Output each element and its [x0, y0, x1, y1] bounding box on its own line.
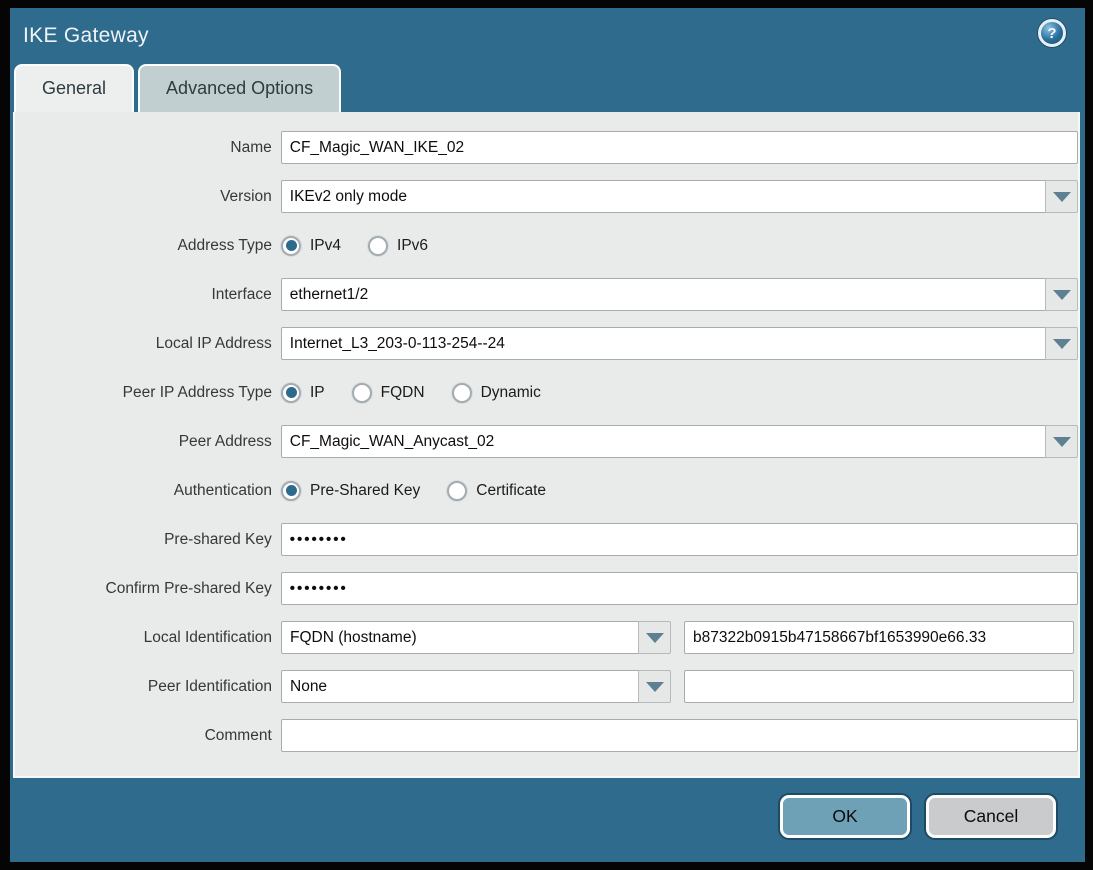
radio-unselected-icon: [447, 481, 467, 501]
peer-identification-row: Peer Identification None: [15, 670, 1078, 703]
peer-identification-value-input[interactable]: [684, 670, 1074, 703]
address-type-ipv6-option[interactable]: IPv6: [368, 236, 428, 256]
name-input[interactable]: [281, 131, 1078, 164]
peer-identification-label: Peer Identification: [27, 678, 272, 696]
chevron-down-icon: [1053, 192, 1071, 202]
radio-unselected-icon: [368, 236, 388, 256]
preshared-key-input[interactable]: [281, 523, 1078, 556]
local-identification-dropdown-button[interactable]: [638, 621, 671, 654]
peer-ip-address-type-label: Peer IP Address Type: [27, 384, 272, 402]
interface-row: Interface ethernet1/2: [15, 278, 1078, 311]
local-ip-address-dropdown[interactable]: Internet_L3_203-0-113-254--24: [281, 327, 1078, 360]
authentication-radio-group: Pre-Shared Key Certificate: [281, 481, 573, 501]
comment-row: Comment: [15, 719, 1078, 752]
confirm-preshared-key-row: Confirm Pre-shared Key: [15, 572, 1078, 605]
address-type-label: Address Type: [27, 237, 272, 255]
certificate-option-label: Certificate: [476, 482, 546, 500]
peer-address-label: Peer Address: [27, 433, 272, 451]
peer-address-selected-value: CF_Magic_WAN_Anycast_02: [281, 425, 1046, 458]
local-identification-label: Local Identification: [27, 629, 272, 647]
authentication-label: Authentication: [27, 482, 272, 500]
authentication-row: Authentication Pre-Shared Key Certificat…: [15, 474, 1078, 507]
tab-bar: General Advanced Options: [10, 64, 1085, 112]
confirm-preshared-key-label: Confirm Pre-shared Key: [27, 580, 272, 598]
help-button[interactable]: ?: [1038, 19, 1066, 47]
name-label: Name: [27, 139, 272, 157]
comment-input[interactable]: [281, 719, 1078, 752]
address-type-radio-group: IPv4 IPv6: [281, 236, 455, 256]
chevron-down-icon: [646, 633, 664, 643]
interface-dropdown[interactable]: ethernet1/2: [281, 278, 1078, 311]
preshared-key-option-label: Pre-Shared Key: [310, 482, 420, 500]
tab-advanced-options[interactable]: Advanced Options: [138, 64, 341, 112]
preshared-key-row: Pre-shared Key: [15, 523, 1078, 556]
fqdn-label: FQDN: [381, 384, 425, 402]
radio-selected-icon: [281, 236, 301, 256]
peer-identification-type-dropdown[interactable]: None: [281, 670, 671, 703]
auth-preshared-key-option[interactable]: Pre-Shared Key: [281, 481, 420, 501]
titlebar: IKE Gateway ?: [10, 8, 1085, 64]
dynamic-label: Dynamic: [481, 384, 541, 402]
tab-general[interactable]: General: [14, 64, 134, 112]
peer-type-ip-option[interactable]: IP: [281, 383, 325, 403]
peer-address-dropdown-button[interactable]: [1045, 425, 1078, 458]
interface-selected-value: ethernet1/2: [281, 278, 1046, 311]
dialog-footer: OK Cancel: [10, 778, 1085, 838]
version-label: Version: [27, 188, 272, 206]
chevron-down-icon: [1053, 339, 1071, 349]
local-ip-address-dropdown-button[interactable]: [1045, 327, 1078, 360]
interface-dropdown-button[interactable]: [1045, 278, 1078, 311]
preshared-key-label: Pre-shared Key: [27, 531, 272, 549]
dialog-title: IKE Gateway: [23, 24, 149, 48]
local-identification-type-dropdown[interactable]: FQDN (hostname): [281, 621, 671, 654]
peer-type-dynamic-option[interactable]: Dynamic: [452, 383, 541, 403]
interface-label: Interface: [27, 286, 272, 304]
address-type-ipv4-option[interactable]: IPv4: [281, 236, 341, 256]
comment-label: Comment: [27, 727, 272, 745]
version-selected-value: IKEv2 only mode: [281, 180, 1046, 213]
peer-type-fqdn-option[interactable]: FQDN: [352, 383, 425, 403]
chevron-down-icon: [1053, 290, 1071, 300]
peer-identification-dropdown-button[interactable]: [638, 670, 671, 703]
peer-address-row: Peer Address CF_Magic_WAN_Anycast_02: [15, 425, 1078, 458]
ike-gateway-dialog: IKE Gateway ? General Advanced Options N…: [10, 8, 1085, 862]
local-ip-address-row: Local IP Address Internet_L3_203-0-113-2…: [15, 327, 1078, 360]
dialog-frame: IKE Gateway ? General Advanced Options N…: [0, 0, 1093, 870]
peer-ip-address-type-radio-group: IP FQDN Dynamic: [281, 383, 568, 403]
version-row: Version IKEv2 only mode: [15, 180, 1078, 213]
general-tab-panel: Name Version IKEv2 only mode Address Typ…: [13, 112, 1080, 778]
radio-unselected-icon: [352, 383, 372, 403]
peer-address-dropdown[interactable]: CF_Magic_WAN_Anycast_02: [281, 425, 1078, 458]
peer-identification-type-value: None: [281, 670, 639, 703]
chevron-down-icon: [646, 682, 664, 692]
version-dropdown-button[interactable]: [1045, 180, 1078, 213]
auth-certificate-option[interactable]: Certificate: [447, 481, 546, 501]
cancel-button[interactable]: Cancel: [926, 795, 1056, 838]
question-mark-icon: ?: [1047, 26, 1056, 41]
version-dropdown[interactable]: IKEv2 only mode: [281, 180, 1078, 213]
ok-button[interactable]: OK: [780, 795, 910, 838]
local-identification-value-input[interactable]: [684, 621, 1074, 654]
ip-label: IP: [310, 384, 325, 402]
name-row: Name: [15, 131, 1078, 164]
address-type-row: Address Type IPv4 IPv6: [15, 229, 1078, 262]
peer-ip-address-type-row: Peer IP Address Type IP FQDN Dynamic: [15, 376, 1078, 409]
local-ip-address-selected-value: Internet_L3_203-0-113-254--24: [281, 327, 1046, 360]
radio-selected-icon: [281, 383, 301, 403]
radio-unselected-icon: [452, 383, 472, 403]
confirm-preshared-key-input[interactable]: [281, 572, 1078, 605]
chevron-down-icon: [1053, 437, 1071, 447]
ipv6-label: IPv6: [397, 237, 428, 255]
ipv4-label: IPv4: [310, 237, 341, 255]
local-ip-address-label: Local IP Address: [27, 335, 272, 353]
local-identification-row: Local Identification FQDN (hostname): [15, 621, 1078, 654]
local-identification-type-value: FQDN (hostname): [281, 621, 639, 654]
radio-selected-icon: [281, 481, 301, 501]
